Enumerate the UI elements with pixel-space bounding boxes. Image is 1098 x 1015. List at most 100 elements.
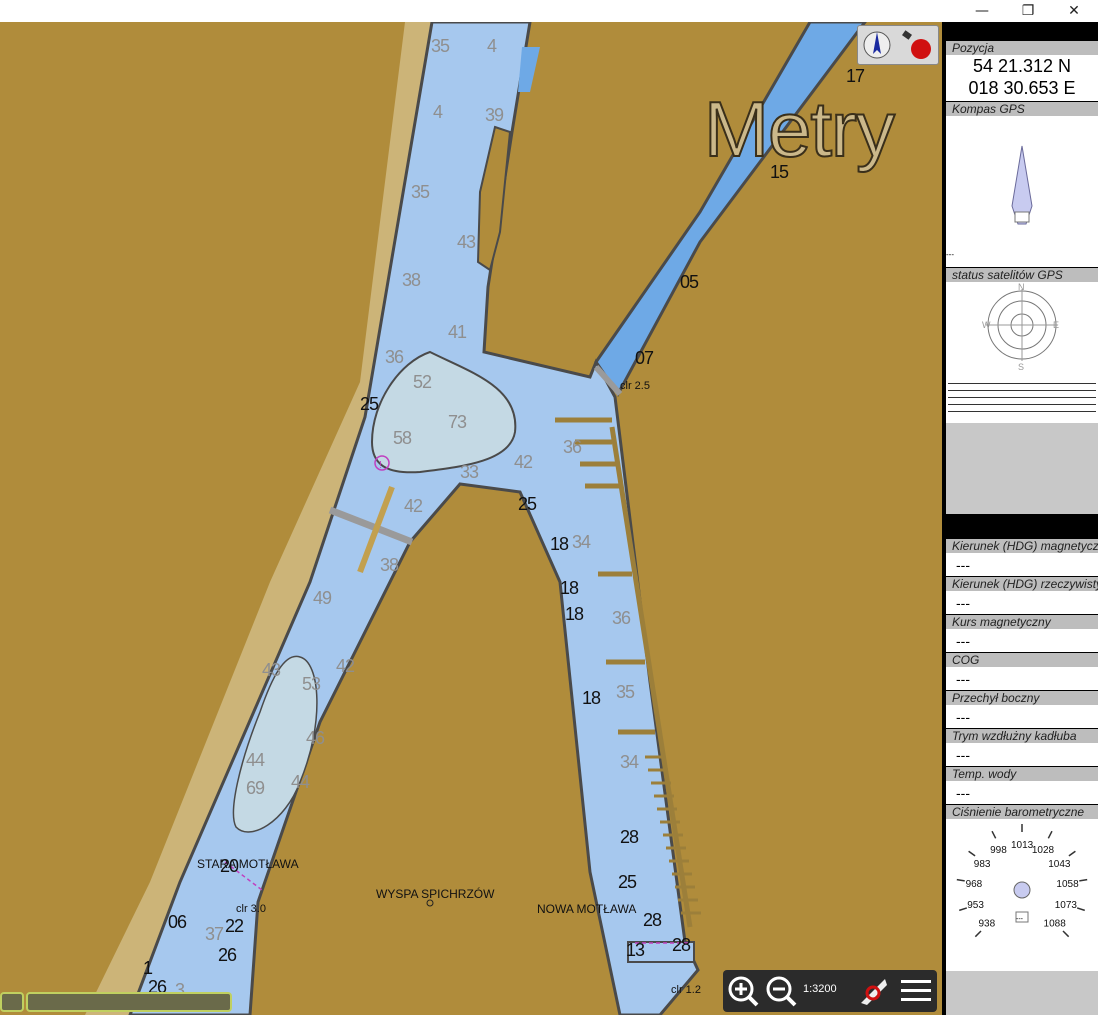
instrument-field: Kierunek (HDG) magnetyczny ---: [946, 539, 1098, 576]
instrument-field: Kurs magnetyczny ---: [946, 615, 1098, 652]
compass-button[interactable]: [862, 30, 892, 60]
baro-tick: [956, 878, 965, 882]
baro-tick-label: 1058: [1056, 879, 1079, 890]
baro-tick-label: 1043: [1048, 859, 1071, 870]
field-value: ---: [956, 785, 970, 801]
satellite-status-box: status satelitów GPS N E S W: [946, 268, 1098, 514]
depth-sounding: 07: [635, 348, 654, 368]
baro-tick-label: 1088: [1044, 919, 1067, 930]
depth-sounding: 18: [565, 604, 584, 624]
minimize-icon: —: [975, 3, 989, 19]
field-value: ---: [956, 709, 970, 725]
field-value: ---: [956, 557, 970, 573]
depth-sounding: 22: [225, 916, 244, 936]
clearance-label: clr 1.2: [671, 984, 701, 996]
baro-tick-label: 968: [966, 879, 983, 890]
barometer-box: Ciśnienie barometryczne 938 953 968 983 998 1…: [946, 805, 1098, 971]
close-button[interactable]: ✕: [1051, 0, 1097, 22]
field-value: ---: [956, 671, 970, 687]
baro-tick-label: 953: [967, 900, 984, 911]
instrument-field: COG ---: [946, 653, 1098, 690]
depth-sounding: 25: [518, 494, 537, 514]
depth-sounding: 58: [393, 428, 412, 448]
depth-sounding: 28: [643, 910, 662, 930]
baro-tick: [991, 830, 997, 839]
baro-tick-label: 1013: [1011, 840, 1034, 851]
clearance-label: clr 3.0: [236, 903, 266, 915]
window-titlebar: — ❐ ✕: [0, 0, 1098, 22]
compass-arrow-icon: [1011, 145, 1033, 225]
menu-button[interactable]: [899, 975, 931, 1007]
field-label: Kurs magnetyczny: [946, 615, 1098, 629]
instrument-field: Kierunek (HDG) rzeczywisty ---: [946, 577, 1098, 614]
depth-sounding: 36: [612, 608, 631, 628]
depth-sounding: 52: [413, 372, 432, 392]
svg-text:!: !: [379, 460, 382, 471]
depth-sounding: 73: [448, 412, 467, 432]
gps-compass-box: Kompas GPS ---: [946, 102, 1098, 267]
depth-sounding: 35: [411, 182, 430, 202]
longitude-value: 018 30.653 E: [968, 78, 1076, 98]
depth-sounding: 4: [433, 102, 443, 122]
position-box: Pozycja 54 21.312 N 018 30.653 E: [946, 41, 1098, 101]
field-value: ---: [956, 747, 970, 763]
zoom-in-button[interactable]: [727, 975, 759, 1007]
scale-label: 1:3200: [803, 983, 837, 995]
depth-sounding: 4: [487, 36, 497, 56]
depth-sounding: 36: [385, 347, 404, 367]
satellite-signal-lines: [946, 383, 1098, 412]
slider-track[interactable]: [26, 992, 232, 1012]
record-track-button[interactable]: [900, 30, 934, 60]
field-label: Kierunek (HDG) magnetyczny: [946, 539, 1098, 553]
zoom-out-button[interactable]: [765, 975, 797, 1007]
depth-sounding: 35: [431, 36, 450, 56]
position-header: Pozycja: [946, 41, 1098, 55]
place-label-nowa-motlawa: NOWA MOTŁAWA: [537, 902, 637, 916]
track-boat-button[interactable]: [857, 975, 889, 1007]
barometer-gauge: 938 953 968 983 998 10131028 1043 1058 1073 1088 -…: [956, 824, 1088, 938]
depth-sounding: 43: [457, 232, 476, 252]
depth-sounding: 41: [448, 322, 467, 342]
dir-n: N: [1018, 282, 1025, 292]
baro-tick: [1047, 830, 1053, 839]
dir-s: S: [1018, 362, 1024, 372]
depth-sounding: 28: [620, 827, 639, 847]
depth-sounding: 69: [246, 778, 265, 798]
field-label: Kierunek (HDG) rzeczywisty: [946, 577, 1098, 591]
clearance-label: clr 2.5: [620, 380, 650, 392]
bottom-controls: [0, 992, 232, 1012]
restore-icon: ❐: [1021, 3, 1035, 19]
boat-icon: [861, 979, 887, 1005]
left-toggle[interactable]: [0, 992, 24, 1012]
baro-tick-label: 983: [974, 859, 991, 870]
field-label: Trym wzdłużny kadłuba: [946, 729, 1098, 743]
depth-sounding: 53: [302, 674, 321, 694]
baro-tick: [974, 930, 982, 938]
instrument-field: Przechył boczny ---: [946, 691, 1098, 728]
dir-e: E: [1053, 320, 1059, 330]
field-label: Przechył boczny: [946, 691, 1098, 705]
gps-buttons: [857, 25, 939, 65]
depth-sounding: 26: [218, 945, 237, 965]
depth-sounding: 43: [262, 660, 281, 680]
instrument-field: Temp. wody ---: [946, 767, 1098, 804]
baro-tick: [1062, 930, 1070, 938]
close-icon: ✕: [1068, 3, 1080, 19]
depth-sounding: 42: [404, 496, 423, 516]
depth-sounding: 06: [168, 912, 187, 932]
baro-tick: [1076, 907, 1086, 912]
depth-sounding: 44: [246, 750, 265, 770]
depth-sounding: 1: [143, 958, 153, 978]
depth-sounding: 35: [616, 682, 635, 702]
depth-sounding: 49: [313, 588, 332, 608]
field-label: COG: [946, 653, 1098, 667]
restore-button[interactable]: ❐: [1005, 0, 1051, 22]
baro-tick: [1079, 878, 1088, 882]
zoom-in-icon: [728, 976, 759, 1007]
nautical-chart[interactable]: ! 35 4 4 39 35 43 38 41 36 52 73 58 33 42 36 34 42 38 49 36…: [0, 22, 942, 1015]
minimize-button[interactable]: —: [959, 0, 1005, 22]
depth-sounding: 34: [572, 532, 591, 552]
depth-sounding: 28: [672, 935, 691, 955]
compass-needle-icon: [863, 31, 891, 59]
place-label-wyspa: WYSPA SPICHRZÓW: [376, 887, 495, 901]
